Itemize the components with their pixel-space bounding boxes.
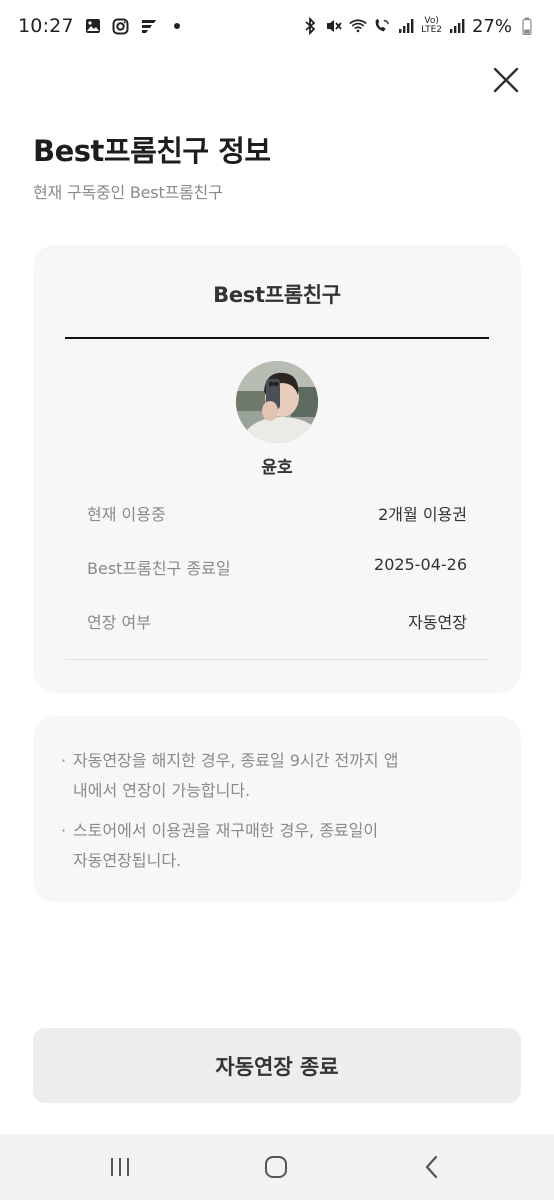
bluetooth-icon xyxy=(301,17,319,35)
gallery-icon xyxy=(84,17,102,35)
avatar xyxy=(236,361,318,443)
info-row-end-date: Best프롬친구 종료일 2025-04-26 xyxy=(87,555,467,579)
card-bottom-divider xyxy=(65,659,489,660)
system-nav-bar xyxy=(0,1134,554,1200)
back-icon xyxy=(425,1155,438,1179)
notice-line: 내에서 연장이 가능합니다. xyxy=(73,781,251,800)
home-button[interactable] xyxy=(256,1152,296,1182)
signal-icon xyxy=(448,17,466,35)
wifi-icon xyxy=(349,17,367,35)
volte-indicator: Vo) LTE2 xyxy=(421,17,442,35)
notice-text: 스토어에서 이용권을 재구매한 경우, 종료일이 자동연장됩니다. xyxy=(73,816,378,876)
back-button[interactable] xyxy=(412,1152,452,1182)
recent-apps-button[interactable] xyxy=(100,1152,140,1182)
notice-line: 자동연장됩니다. xyxy=(73,851,182,870)
page-title: Best프롬친구 정보 xyxy=(33,134,271,168)
info-row-auto-renew: 연장 여부 자동연장 xyxy=(87,609,467,633)
info-label: 연장 여부 xyxy=(87,613,151,632)
battery-percent: 27% xyxy=(471,15,512,37)
profile-photo-image xyxy=(236,361,318,443)
signal-icon xyxy=(397,17,415,35)
card-divider xyxy=(65,337,489,339)
dot-icon xyxy=(168,17,186,35)
notice-line: 자동연장을 해지한 경우, 종료일 9시간 전까지 앱 xyxy=(73,751,399,770)
info-label: 현재 이용중 xyxy=(87,505,166,524)
notice-bullet: · xyxy=(61,821,67,840)
subscription-card: Best프롬친구 윤호 현재 이용중 2개월 이용권 Best프롬친구 종료일 … xyxy=(33,245,521,693)
instagram-icon xyxy=(112,17,130,35)
status-bar-left: 10:27 xyxy=(18,15,186,37)
info-label: Best프롬친구 종료일 xyxy=(87,559,231,578)
mute-icon xyxy=(325,17,343,35)
battery-icon xyxy=(518,17,536,35)
status-time: 10:27 xyxy=(18,15,74,37)
status-bar-right: Vo) LTE2 27% xyxy=(301,16,536,37)
close-icon xyxy=(493,67,519,93)
wifi-call-icon xyxy=(373,17,391,35)
notice-item: · 스토어에서 이용권을 재구매한 경우, 종료일이 자동연장됩니다. xyxy=(61,816,481,876)
volte-bottom: LTE2 xyxy=(421,25,442,35)
page-subtitle: 현재 구독중인 Best프롬친구 xyxy=(33,183,223,202)
info-value: 2개월 이용권 xyxy=(378,505,467,524)
profile-name: 윤호 xyxy=(261,458,293,478)
recent-apps-icon xyxy=(111,1158,129,1176)
card-title: Best프롬친구 xyxy=(213,283,341,307)
notice-bullet: · xyxy=(61,751,67,770)
info-value: 2025-04-26 xyxy=(374,555,467,574)
home-icon xyxy=(265,1156,287,1178)
notice-item: · 자동연장을 해지한 경우, 종료일 9시간 전까지 앱 내에서 연장이 가능… xyxy=(61,746,481,806)
info-row-current-plan: 현재 이용중 2개월 이용권 xyxy=(87,501,467,525)
end-auto-renew-button[interactable]: 자동연장 종료 xyxy=(33,1028,521,1103)
notice-text: 자동연장을 해지한 경우, 종료일 9시간 전까지 앱 내에서 연장이 가능합니… xyxy=(73,746,398,806)
status-bar: 10:27 Vo) LTE2 27% xyxy=(0,0,554,52)
close-button[interactable] xyxy=(486,60,526,100)
notice-box: · 자동연장을 해지한 경우, 종료일 9시간 전까지 앱 내에서 연장이 가능… xyxy=(33,716,521,902)
notice-line: 스토어에서 이용권을 재구매한 경우, 종료일이 xyxy=(73,821,379,840)
info-value: 자동연장 xyxy=(408,613,467,632)
app-icon xyxy=(140,17,158,35)
